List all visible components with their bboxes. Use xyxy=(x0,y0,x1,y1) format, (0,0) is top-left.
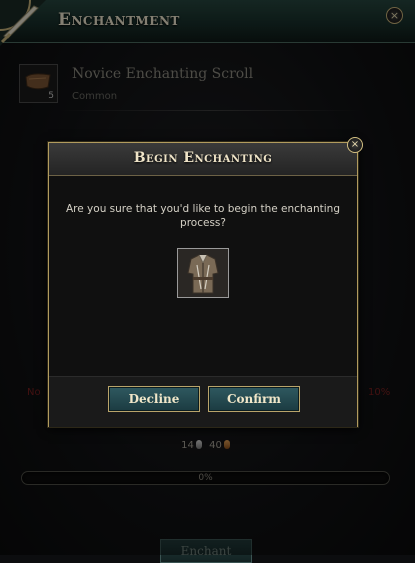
dialog-header: Begin Enchanting xyxy=(49,143,357,176)
dialog-close-icon[interactable]: × xyxy=(347,137,363,153)
begin-enchanting-dialog: Begin Enchanting × Are you sure that you… xyxy=(48,137,363,427)
dialog-title: Begin Enchanting xyxy=(133,150,273,166)
armor-icon xyxy=(178,249,228,297)
confirm-button[interactable]: Confirm xyxy=(208,386,300,412)
decline-button[interactable]: Decline xyxy=(108,386,200,412)
dialog-footer xyxy=(49,376,357,427)
dialog-message: Are you sure that you'd like to begin th… xyxy=(65,203,341,229)
item-preview-slot xyxy=(177,248,229,298)
